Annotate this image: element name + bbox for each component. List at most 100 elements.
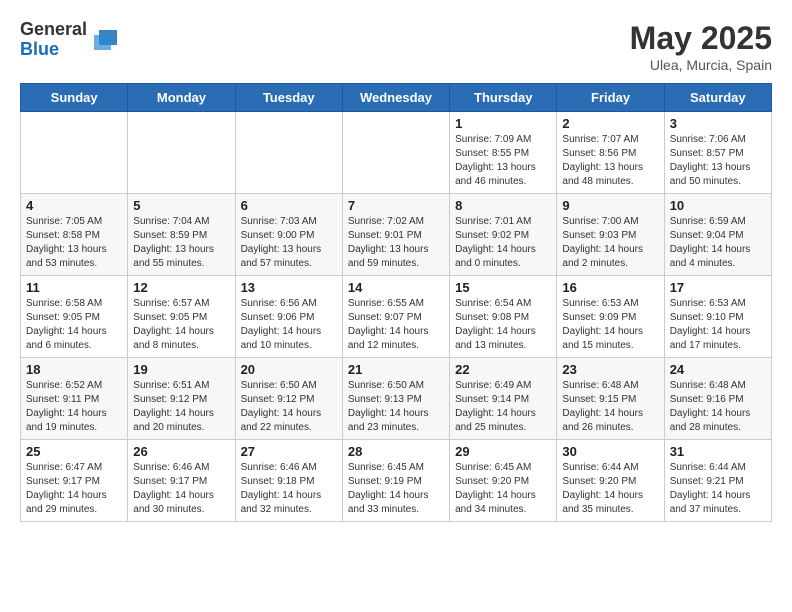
day-info: Sunrise: 7:07 AM Sunset: 8:56 PM Dayligh… <box>562 133 658 189</box>
calendar-cell: 27 Sunrise: 6:46 AM Sunset: 9:18 PM Dayli… <box>235 440 342 522</box>
logo-icon <box>89 25 119 55</box>
day-info: Sunrise: 6:49 AM Sunset: 9:14 PM Dayligh… <box>455 379 551 435</box>
calendar-cell: 3Sunrise: 7:06 AM Sunset: 8:57 PM Daylig… <box>664 112 771 194</box>
logo-general: General <box>20 19 87 39</box>
day-number: 28 <box>348 444 444 459</box>
calendar-table: SundayMondayTuesdayWednesdayThursdayFrid… <box>20 83 772 522</box>
calendar-cell: 5 Sunrise: 7:04 AM Sunset: 8:59 PM Daylig… <box>128 194 235 276</box>
day-info: Sunrise: 6:53 AM Sunset: 9:09 PM Dayligh… <box>562 297 658 353</box>
day-number: 27 <box>241 444 337 459</box>
day-info: Sunrise: 6:46 AM Sunset: 9:18 PM Dayligh… <box>241 461 337 517</box>
day-number: 8 <box>455 198 551 213</box>
day-number: 30 <box>562 444 658 459</box>
weekday-header-thursday: Thursday <box>450 84 557 112</box>
calendar-row-4: 18 Sunrise: 6:52 AM Sunset: 9:11 PM Dayli… <box>21 358 772 440</box>
day-info: Sunrise: 6:59 AM Sunset: 9:04 PM Dayligh… <box>670 215 766 271</box>
day-number: 5 <box>133 198 229 213</box>
day-info: Sunrise: 6:56 AM Sunset: 9:06 PM Dayligh… <box>241 297 337 353</box>
day-info: Sunrise: 6:45 AM Sunset: 9:19 PM Dayligh… <box>348 461 444 517</box>
day-info: Sunrise: 6:47 AM Sunset: 9:17 PM Dayligh… <box>26 461 122 517</box>
weekday-header-saturday: Saturday <box>664 84 771 112</box>
day-info: Sunrise: 6:46 AM Sunset: 9:17 PM Dayligh… <box>133 461 229 517</box>
day-info: Sunrise: 7:02 AM Sunset: 9:01 PM Dayligh… <box>348 215 444 271</box>
calendar-cell: 2 Sunrise: 7:07 AM Sunset: 8:56 PM Daylig… <box>557 112 664 194</box>
calendar-cell: 18 Sunrise: 6:52 AM Sunset: 9:11 PM Dayli… <box>21 358 128 440</box>
day-number: 22 <box>455 362 551 377</box>
calendar-cell: 13Sunrise: 6:56 AM Sunset: 9:06 PM Dayli… <box>235 276 342 358</box>
calendar-row-1: 1Sunrise: 7:09 AM Sunset: 8:55 PM Daylig… <box>21 112 772 194</box>
calendar-cell: 28 Sunrise: 6:45 AM Sunset: 9:19 PM Dayli… <box>342 440 449 522</box>
day-number: 21 <box>348 362 444 377</box>
calendar-cell: 24 Sunrise: 6:48 AM Sunset: 9:16 PM Dayli… <box>664 358 771 440</box>
calendar-cell <box>342 112 449 194</box>
calendar-cell: 17Sunrise: 6:53 AM Sunset: 9:10 PM Dayli… <box>664 276 771 358</box>
day-info: Sunrise: 6:45 AM Sunset: 9:20 PM Dayligh… <box>455 461 551 517</box>
day-info: Sunrise: 6:57 AM Sunset: 9:05 PM Dayligh… <box>133 297 229 353</box>
day-number: 23 <box>562 362 658 377</box>
day-info: Sunrise: 6:52 AM Sunset: 9:11 PM Dayligh… <box>26 379 122 435</box>
day-number: 14 <box>348 280 444 295</box>
calendar-cell <box>235 112 342 194</box>
calendar-cell: 6Sunrise: 7:03 AM Sunset: 9:00 PM Daylig… <box>235 194 342 276</box>
day-info: Sunrise: 6:44 AM Sunset: 9:21 PM Dayligh… <box>670 461 766 517</box>
day-number: 12 <box>133 280 229 295</box>
calendar-row-5: 25 Sunrise: 6:47 AM Sunset: 9:17 PM Dayli… <box>21 440 772 522</box>
calendar-cell: 22 Sunrise: 6:49 AM Sunset: 9:14 PM Dayli… <box>450 358 557 440</box>
day-number: 2 <box>562 116 658 131</box>
day-info: Sunrise: 6:58 AM Sunset: 9:05 PM Dayligh… <box>26 297 122 353</box>
day-number: 6 <box>241 198 337 213</box>
calendar-row-2: 4 Sunrise: 7:05 AM Sunset: 8:58 PM Daylig… <box>21 194 772 276</box>
day-number: 25 <box>26 444 122 459</box>
weekday-header-tuesday: Tuesday <box>235 84 342 112</box>
day-info: Sunrise: 6:55 AM Sunset: 9:07 PM Dayligh… <box>348 297 444 353</box>
day-number: 24 <box>670 362 766 377</box>
day-info: Sunrise: 6:48 AM Sunset: 9:16 PM Dayligh… <box>670 379 766 435</box>
day-number: 15 <box>455 280 551 295</box>
calendar-cell: 16Sunrise: 6:53 AM Sunset: 9:09 PM Dayli… <box>557 276 664 358</box>
weekday-header-sunday: Sunday <box>21 84 128 112</box>
day-number: 9 <box>562 198 658 213</box>
day-info: Sunrise: 7:05 AM Sunset: 8:58 PM Dayligh… <box>26 215 122 271</box>
calendar-cell: 21 Sunrise: 6:50 AM Sunset: 9:13 PM Dayli… <box>342 358 449 440</box>
location: Ulea, Murcia, Spain <box>630 57 772 73</box>
weekday-header-row: SundayMondayTuesdayWednesdayThursdayFrid… <box>21 84 772 112</box>
day-info: Sunrise: 6:50 AM Sunset: 9:13 PM Dayligh… <box>348 379 444 435</box>
calendar-cell: 8Sunrise: 7:01 AM Sunset: 9:02 PM Daylig… <box>450 194 557 276</box>
calendar-cell: 1Sunrise: 7:09 AM Sunset: 8:55 PM Daylig… <box>450 112 557 194</box>
day-info: Sunrise: 6:50 AM Sunset: 9:12 PM Dayligh… <box>241 379 337 435</box>
logo: General Blue <box>20 20 119 60</box>
calendar-cell: 11 Sunrise: 6:58 AM Sunset: 9:05 PM Dayli… <box>21 276 128 358</box>
day-info: Sunrise: 7:04 AM Sunset: 8:59 PM Dayligh… <box>133 215 229 271</box>
calendar-cell: 25 Sunrise: 6:47 AM Sunset: 9:17 PM Dayli… <box>21 440 128 522</box>
calendar-cell: 7Sunrise: 7:02 AM Sunset: 9:01 PM Daylig… <box>342 194 449 276</box>
day-info: Sunrise: 6:51 AM Sunset: 9:12 PM Dayligh… <box>133 379 229 435</box>
calendar-cell: 9 Sunrise: 7:00 AM Sunset: 9:03 PM Daylig… <box>557 194 664 276</box>
day-number: 11 <box>26 280 122 295</box>
day-number: 10 <box>670 198 766 213</box>
day-info: Sunrise: 7:09 AM Sunset: 8:55 PM Dayligh… <box>455 133 551 189</box>
day-number: 18 <box>26 362 122 377</box>
day-number: 20 <box>241 362 337 377</box>
calendar-cell: 10 Sunrise: 6:59 AM Sunset: 9:04 PM Dayli… <box>664 194 771 276</box>
month-title: May 2025 <box>630 20 772 57</box>
calendar-cell: 15Sunrise: 6:54 AM Sunset: 9:08 PM Dayli… <box>450 276 557 358</box>
day-info: Sunrise: 6:48 AM Sunset: 9:15 PM Dayligh… <box>562 379 658 435</box>
calendar-row-3: 11 Sunrise: 6:58 AM Sunset: 9:05 PM Dayli… <box>21 276 772 358</box>
logo-blue: Blue <box>20 39 59 59</box>
weekday-header-friday: Friday <box>557 84 664 112</box>
title-block: May 2025 Ulea, Murcia, Spain <box>630 20 772 73</box>
page-header: General Blue May 2025 Ulea, Murcia, Spai… <box>20 20 772 73</box>
calendar-cell: 14 Sunrise: 6:55 AM Sunset: 9:07 PM Dayli… <box>342 276 449 358</box>
calendar-cell: 31Sunrise: 6:44 AM Sunset: 9:21 PM Dayli… <box>664 440 771 522</box>
day-number: 26 <box>133 444 229 459</box>
calendar-cell: 4 Sunrise: 7:05 AM Sunset: 8:58 PM Daylig… <box>21 194 128 276</box>
day-number: 4 <box>26 198 122 213</box>
calendar-cell: 20 Sunrise: 6:50 AM Sunset: 9:12 PM Dayli… <box>235 358 342 440</box>
weekday-header-monday: Monday <box>128 84 235 112</box>
calendar-cell <box>128 112 235 194</box>
weekday-header-wednesday: Wednesday <box>342 84 449 112</box>
day-info: Sunrise: 7:00 AM Sunset: 9:03 PM Dayligh… <box>562 215 658 271</box>
calendar-cell: 29Sunrise: 6:45 AM Sunset: 9:20 PM Dayli… <box>450 440 557 522</box>
day-number: 17 <box>670 280 766 295</box>
day-number: 3 <box>670 116 766 131</box>
